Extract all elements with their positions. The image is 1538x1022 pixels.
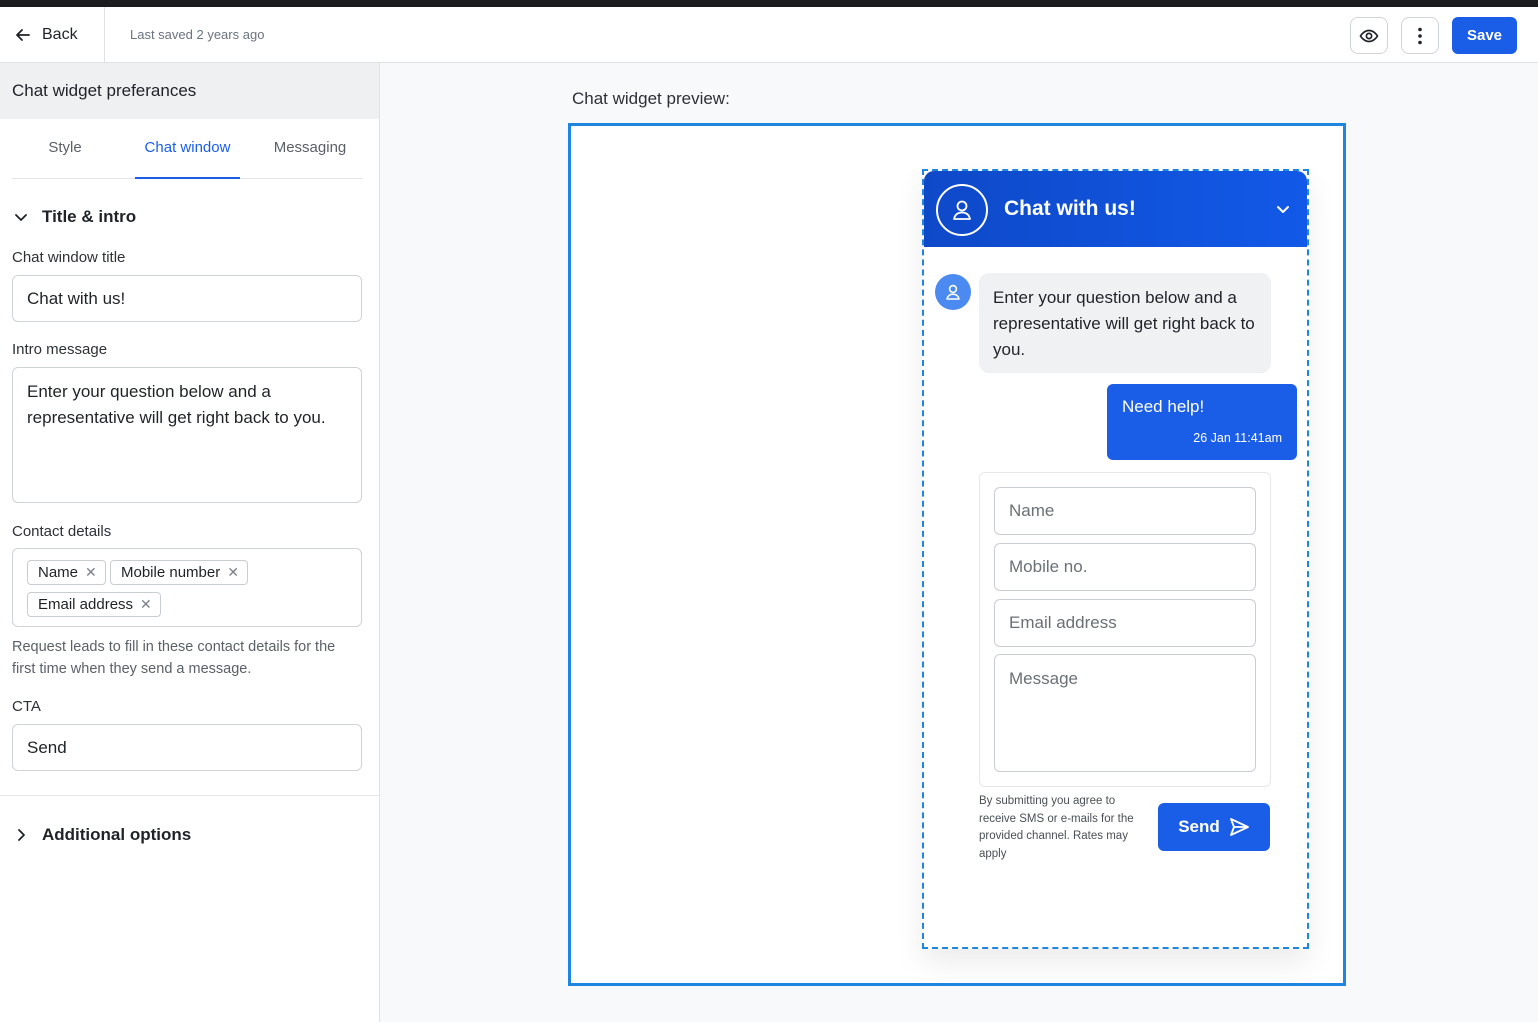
more-options-button[interactable] — [1401, 17, 1439, 54]
eye-icon — [1359, 29, 1379, 42]
chip-label: Email address — [38, 596, 134, 613]
additional-options-label: Additional options — [42, 825, 192, 844]
name-field[interactable]: Name — [994, 487, 1256, 535]
chip-label: Mobile number — [121, 564, 221, 581]
tab-chat-window[interactable]: Chat window — [135, 119, 240, 179]
top-bar: Back Last saved 2 years ago Save — [0, 7, 1538, 63]
contact-chip-name: Name ✕ — [27, 560, 106, 585]
chip-label: Name — [38, 564, 79, 581]
contact-details-label: Contact details — [12, 523, 112, 540]
mobile-field[interactable]: Mobile no. — [994, 543, 1256, 591]
user-message-text: Need help! — [1122, 397, 1205, 416]
send-icon — [1229, 818, 1249, 836]
tab-style[interactable]: Style — [34, 119, 96, 179]
tab-messaging[interactable]: Messaging — [267, 119, 353, 179]
agent-avatar-icon — [935, 274, 971, 310]
preview-button[interactable] — [1350, 17, 1388, 54]
email-field[interactable]: Email address — [994, 599, 1256, 647]
chat-window-title-label: Chat window title — [12, 249, 126, 266]
back-button[interactable]: Back — [0, 7, 105, 62]
title-intro-section-toggle[interactable]: Title & intro — [12, 207, 136, 227]
cta-input[interactable]: Send — [12, 724, 362, 771]
consent-disclaimer: By submitting you agree to receive SMS o… — [979, 795, 1134, 860]
save-button[interactable]: Save — [1452, 17, 1517, 54]
more-vertical-icon — [1418, 27, 1422, 44]
widget-header: Chat with us! — [924, 171, 1307, 247]
preview-label: Chat widget preview: — [572, 89, 730, 108]
chevron-down-icon[interactable] — [1274, 200, 1292, 218]
contact-details-helper: Request leads to fill in these contact d… — [12, 639, 336, 677]
chevron-right-icon — [18, 829, 25, 841]
sidebar-title: Chat widget preferances — [0, 63, 379, 119]
chat-widget[interactable]: Chat with us! Enter your question below … — [922, 169, 1309, 949]
remove-icon[interactable]: ✕ — [140, 596, 152, 613]
send-button[interactable]: Send — [1158, 803, 1270, 851]
cta-label: CTA — [12, 698, 41, 715]
intro-message-bubble: Enter your question below and a represen… — [979, 273, 1271, 373]
contact-chip-mobile: Mobile number ✕ — [110, 560, 248, 585]
contact-details-input[interactable]: Name ✕ Mobile number ✕ Email address ✕ — [12, 548, 362, 627]
back-label: Back — [42, 25, 78, 43]
section-divider — [0, 795, 379, 796]
intro-message-textarea[interactable]: Enter your question below and a represen… — [12, 367, 362, 503]
send-label: Send — [1178, 817, 1220, 836]
remove-icon[interactable]: ✕ — [85, 564, 97, 581]
chevron-down-icon — [15, 214, 27, 221]
window-top-strip — [0, 0, 1538, 7]
additional-options-toggle[interactable]: Additional options — [12, 825, 191, 845]
message-field[interactable]: Message — [994, 654, 1256, 772]
contact-chip-email: Email address ✕ — [27, 592, 161, 617]
settings-tabs: Style Chat window Messaging — [12, 119, 363, 179]
remove-icon[interactable]: ✕ — [227, 564, 239, 581]
last-saved-status: Last saved 2 years ago — [130, 27, 265, 42]
user-avatar-icon — [936, 184, 988, 236]
settings-sidebar: Chat widget preferances Style Chat windo… — [0, 63, 380, 1022]
user-message-bubble: Need help! 26 Jan 11:41am — [1107, 384, 1297, 460]
message-timestamp: 26 Jan 11:41am — [1193, 431, 1282, 445]
contact-form: Name Mobile no. Email address Message — [979, 472, 1271, 787]
section-title-label: Title & intro — [42, 207, 137, 226]
arrow-left-icon — [16, 28, 30, 41]
chat-window-title-input[interactable]: Chat with us! — [12, 275, 362, 322]
intro-message-label: Intro message — [12, 341, 108, 358]
widget-title: Chat with us! — [1004, 197, 1136, 220]
